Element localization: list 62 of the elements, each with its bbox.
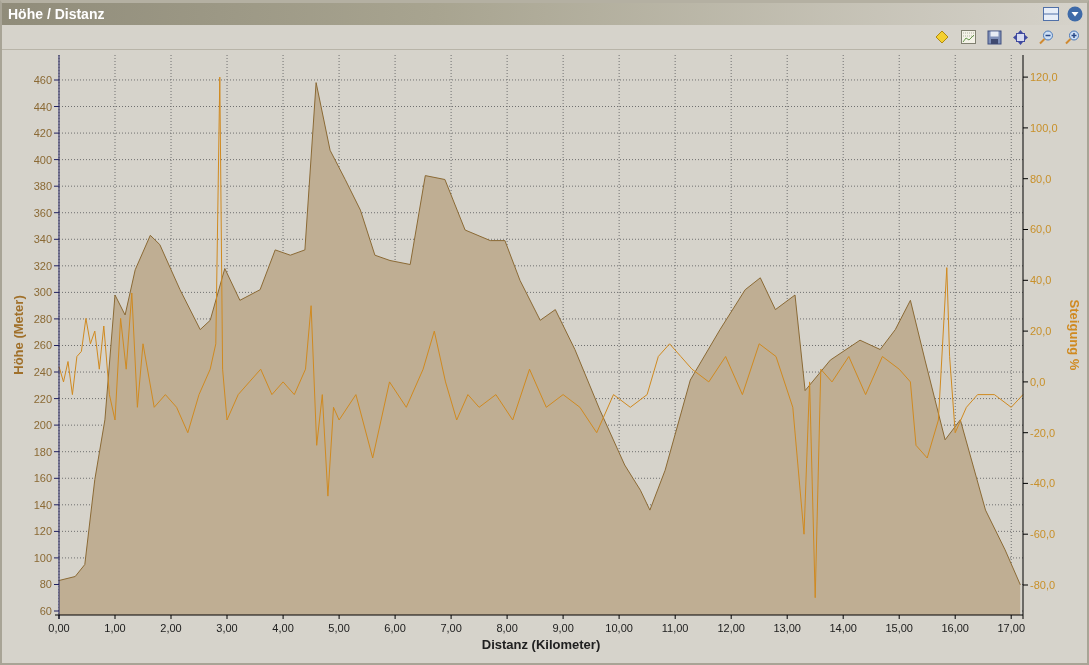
chart-icon[interactable] — [960, 28, 977, 46]
axis-tick-label: -60,0 — [1030, 528, 1056, 541]
axis-tick-label: 260 — [33, 339, 52, 352]
axis-tick-label: 20,0 — [1030, 325, 1052, 338]
axis-tick-label: 12,00 — [717, 622, 745, 634]
axis-tick-label: -20,0 — [1030, 426, 1056, 439]
axis-tick-label: 14,00 — [829, 622, 857, 634]
axis-tick-label: 15,00 — [885, 622, 913, 634]
axis-tick-label: 10,00 — [605, 622, 633, 634]
zoom-out-icon[interactable] — [1038, 28, 1055, 46]
axis-tick-label: 60 — [39, 605, 52, 617]
axis-tick-label: 16,00 — [941, 622, 969, 634]
zoom-in-icon[interactable] — [1064, 28, 1081, 46]
window-layout-icon[interactable] — [1043, 7, 1059, 21]
axis-tick-label: 60,0 — [1030, 223, 1052, 236]
axis-tick-label: -40,0 — [1030, 477, 1056, 490]
axis-tick-label: 100 — [33, 551, 52, 564]
axis-tick-label: 80,0 — [1030, 172, 1052, 185]
axis-tick-label: 320 — [33, 259, 52, 272]
axis-tick-label: 300 — [33, 286, 52, 299]
axis-tick-label: 5,00 — [328, 622, 350, 634]
axis-tick-label: 280 — [33, 312, 52, 325]
axis-tick-label: 460 — [33, 73, 52, 86]
axis-tick-label: 13,00 — [773, 622, 801, 634]
axis-tick-label: 160 — [33, 472, 52, 485]
axis-tick-label: 100,0 — [1030, 121, 1058, 134]
y-axis-title: Steigung % — [1067, 299, 1082, 371]
axis-tick-label: 180 — [33, 445, 52, 458]
axis-tick-label: 17,00 — [997, 622, 1025, 634]
axis-tick-label: 120,0 — [1030, 71, 1058, 84]
axis-tick-label: -80,0 — [1030, 579, 1056, 592]
axis-tick-label: 440 — [33, 100, 52, 113]
axis-tick-label: 0,0 — [1030, 375, 1046, 388]
axis-tick-label: 1,00 — [104, 622, 126, 634]
axis-tick-label: 3,00 — [216, 622, 238, 634]
axis-tick-label: 400 — [33, 153, 52, 166]
pan-icon[interactable] — [1012, 28, 1029, 46]
diamond-icon[interactable] — [934, 28, 951, 46]
axis-tick-label: 8,00 — [496, 622, 518, 634]
axis-tick-label: 80 — [39, 578, 52, 591]
axis-tick-label: 2,00 — [160, 622, 182, 634]
axis-tick-label: 340 — [33, 233, 52, 246]
axis-tick-label: 220 — [33, 392, 52, 405]
axis-tick-label: 200 — [33, 419, 52, 432]
axis-tick-label: 9,00 — [552, 622, 574, 634]
axis-tick-label: 120 — [33, 525, 52, 538]
axis-tick-label: 40,0 — [1030, 274, 1052, 287]
x-axis-title: Distanz (Kilometer) — [481, 637, 601, 652]
y-axis-title: Höhe (Meter) — [11, 295, 26, 375]
axis-tick-label: 11,00 — [661, 622, 689, 634]
axis-tick-label: 360 — [33, 206, 52, 219]
axis-tick-label: 240 — [33, 366, 52, 379]
axis-tick-label: 380 — [33, 180, 52, 193]
axis-tick-label: 6,00 — [384, 622, 406, 634]
axis-tick-label: 420 — [33, 127, 52, 140]
axis-tick-label: 140 — [33, 498, 52, 511]
save-icon[interactable] — [986, 28, 1003, 46]
axis-tick-label: 0,00 — [48, 622, 70, 634]
window-title: Höhe / Distanz — [8, 6, 105, 22]
dropdown-icon[interactable] — [1067, 6, 1083, 22]
axis-tick-label: 4,00 — [272, 622, 294, 634]
axis-tick-label: 7,00 — [440, 622, 462, 634]
